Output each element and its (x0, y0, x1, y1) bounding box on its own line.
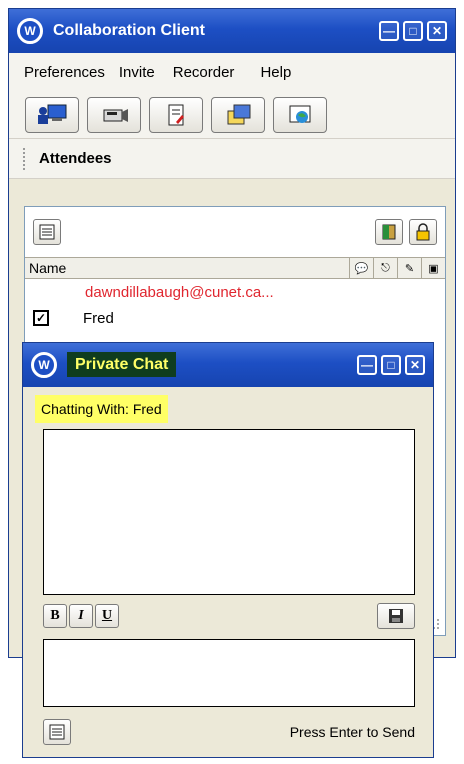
attendees-header: Attendees (9, 139, 455, 179)
pen-icon[interactable]: ✎ (397, 258, 421, 278)
attendee-row[interactable]: dawndillabaugh@cunet.ca... (25, 279, 445, 305)
attendees-toolbar (25, 207, 445, 257)
chat-maximize-button[interactable]: □ (381, 355, 401, 375)
attendee-row[interactable]: ✓ Fred (25, 305, 445, 331)
minimize-button[interactable]: — (379, 21, 399, 41)
maximize-button[interactable]: □ (403, 21, 423, 41)
italic-button[interactable]: I (69, 604, 93, 628)
list-icon (39, 224, 55, 240)
save-chat-button[interactable] (377, 603, 415, 629)
desktop-share-icon (289, 105, 311, 123)
chat-options-button[interactable] (43, 719, 71, 745)
chatting-with-label: Chatting With: Fred (35, 395, 168, 423)
folders-icon (227, 104, 251, 124)
attendee-name: Fred (83, 309, 114, 327)
exit-door-button[interactable] (375, 219, 403, 245)
chat-footer: Press Enter to Send (43, 717, 415, 747)
camera-button[interactable] (87, 96, 141, 133)
chat-window-title: Private Chat (67, 352, 177, 377)
attendees-title: Attendees (39, 150, 112, 167)
attendee-checkbox[interactable]: ✓ (33, 310, 49, 326)
chat-history[interactable] (43, 429, 415, 595)
attendee-email: dawndillabaugh@cunet.ca... (85, 283, 274, 301)
main-title-bar[interactable]: W Collaboration Client — □ ✕ (9, 9, 455, 53)
video-icon[interactable]: ▣ (421, 258, 445, 278)
send-hint: Press Enter to Send (289, 724, 415, 740)
chat-minimize-button[interactable]: — (357, 355, 377, 375)
lock-icon (416, 223, 430, 241)
format-toolbar: B I U (43, 601, 415, 631)
chat-close-button[interactable]: ✕ (405, 355, 425, 375)
toolbar-grip[interactable] (23, 147, 27, 170)
floppy-disk-icon (389, 609, 403, 623)
door-icon (382, 224, 396, 240)
menu-bar: Preferences Invite Recorder Help (9, 53, 455, 91)
attendees-column-header: Name 💬 ⎋ ✎ ▣ (25, 257, 445, 279)
main-toolbar (9, 91, 455, 139)
chat-title-bar[interactable]: W Private Chat — □ ✕ (23, 343, 433, 387)
chat-bubble-icon[interactable]: 💬 (349, 258, 373, 278)
presenter-button[interactable] (25, 96, 79, 133)
mouse-icon[interactable]: ⎋ (373, 258, 397, 278)
bold-button[interactable]: B (43, 604, 67, 628)
menu-invite[interactable]: Invite (118, 62, 156, 83)
window-title: Collaboration Client (53, 22, 205, 39)
presenter-icon (38, 104, 67, 124)
document-edit-icon (168, 104, 184, 125)
document-edit-button[interactable] (149, 96, 203, 133)
app-logo-icon: W (31, 352, 57, 378)
menu-recorder[interactable]: Recorder (172, 62, 236, 83)
close-button[interactable]: ✕ (427, 21, 447, 41)
private-chat-window: W Private Chat — □ ✕ Chatting With: Fred… (22, 342, 434, 758)
underline-button[interactable]: U (95, 604, 119, 628)
column-name-label[interactable]: Name (29, 260, 66, 276)
menu-help[interactable]: Help (259, 62, 292, 83)
camera-icon (103, 108, 128, 122)
list-icon (49, 724, 65, 740)
app-logo-icon: W (17, 18, 43, 44)
desktop-share-button[interactable] (273, 96, 327, 133)
chat-message-input[interactable] (43, 639, 415, 707)
lock-button[interactable] (409, 219, 437, 245)
attendee-list-button[interactable] (33, 219, 61, 245)
menu-preferences[interactable]: Preferences (23, 62, 106, 83)
folders-button[interactable] (211, 96, 265, 133)
